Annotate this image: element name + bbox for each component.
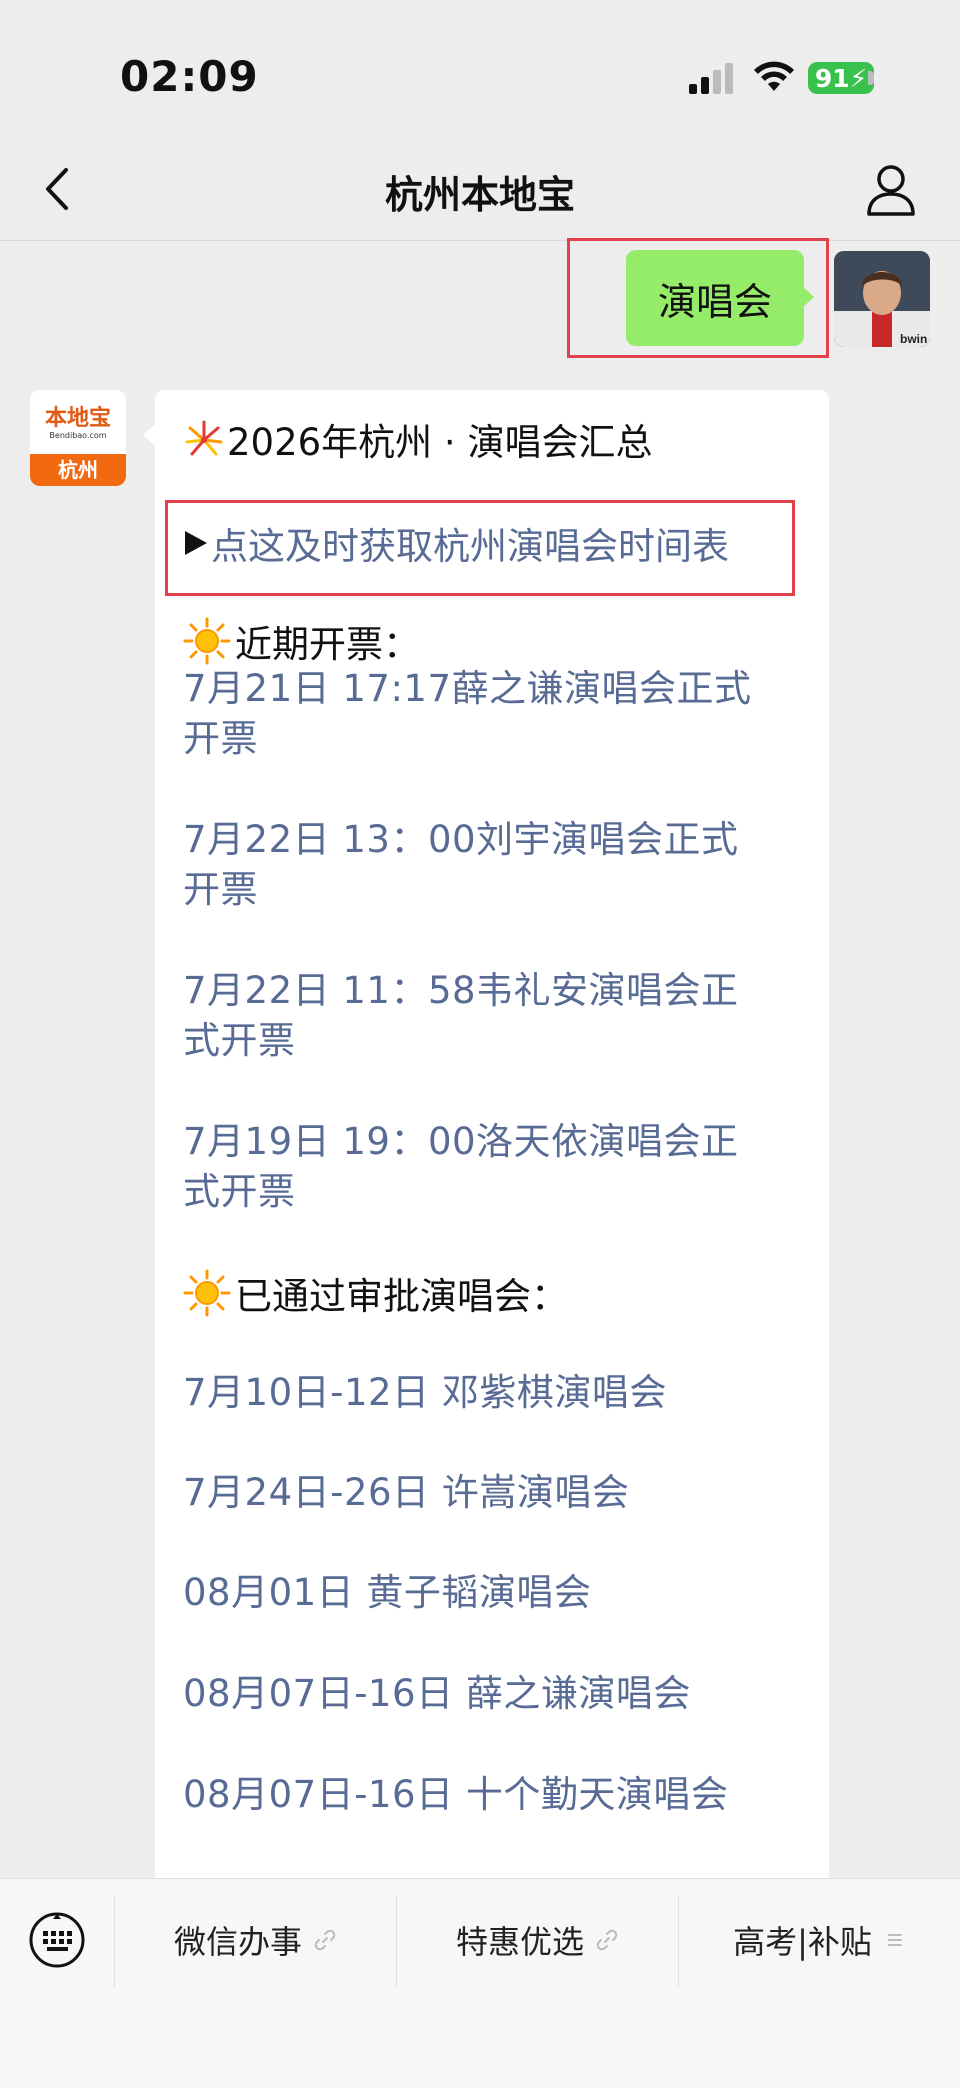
list-item[interactable]: 08月07日-16日 十个勤天演唱会 — [183, 1770, 783, 1820]
list-item-line: 7月21日 17:17薛之谦演唱会正式 — [183, 667, 752, 710]
sun-icon — [183, 1269, 231, 1317]
menu-item-wechat-service[interactable]: 微信办事 — [115, 1907, 395, 1973]
message-title-text: 2026年杭州 · 演唱会汇总 — [227, 421, 653, 464]
list-item[interactable]: 08月01日 黄子韬演唱会 — [183, 1568, 783, 1618]
sun-icon — [183, 617, 231, 665]
link-icon — [596, 1929, 618, 1951]
battery-cap — [868, 71, 874, 85]
chat-title: 杭州本地宝 — [384, 173, 575, 217]
list-item-line: 开票 — [183, 717, 258, 760]
list-item[interactable]: 7月10日-12日 邓紫棋演唱会 — [183, 1368, 783, 1418]
account-avatar-logo: 本地宝 Bendibao.com — [30, 390, 126, 454]
link-icon — [314, 1929, 336, 1951]
list-item-line: 式开票 — [183, 1019, 296, 1062]
menu-item-label: 特惠优选 — [455, 1923, 584, 1961]
list-item[interactable]: 08月07日-16日 薛之谦演唱会 — [183, 1669, 783, 1719]
list-item[interactable]: 7月22日 11：58韦礼安演唱会正 式开票 — [183, 966, 783, 1066]
profile-icon[interactable] — [866, 162, 916, 216]
account-avatar-brand: 本地宝 — [44, 405, 111, 431]
status-bar: 02:09 91 ⚡ — [0, 0, 960, 150]
account-avatar-domain: Bendibao.com — [49, 431, 107, 440]
schedule-link[interactable]: 点这及时获取杭州演唱会时间表 — [183, 516, 729, 570]
list-item[interactable]: 7月24日-26日 许嵩演唱会 — [183, 1468, 783, 1518]
message-title: 2026年杭州 · 演唱会汇总 — [183, 412, 652, 466]
outgoing-message-text: 演唱会 — [657, 279, 772, 324]
section-recent-tickets: 近期开票： — [183, 614, 420, 668]
battery-level: 91 — [814, 63, 850, 93]
list-item[interactable]: 7月19日 19：00洛天依演唱会正 式开票 — [183, 1117, 783, 1217]
nav-bar: 杭州本地宝 — [0, 150, 960, 241]
list-item-line: 开票 — [183, 868, 258, 911]
cellular-signal-icon — [689, 63, 733, 94]
section-approved-concerts: 已通过审批演唱会： — [183, 1266, 568, 1320]
list-item-line: 7月22日 11：58韦礼安演唱会正 — [183, 969, 739, 1012]
firework-icon — [185, 420, 223, 456]
list-item[interactable]: 7月21日 17:17薛之谦演唱会正式 开票 — [183, 664, 783, 764]
list-item-line: 式开票 — [183, 1170, 296, 1213]
user-avatar[interactable]: bwin — [834, 251, 930, 347]
schedule-link-text[interactable]: 点这及时获取杭州演唱会时间表 — [211, 516, 729, 570]
menu-item-label: 高考|补贴 — [733, 1923, 872, 1961]
status-time: 02:09 — [120, 52, 259, 101]
account-avatar-city: 杭州 — [30, 454, 126, 486]
list-item[interactable]: 7月22日 13：00刘宇演唱会正式 开票 — [183, 815, 783, 915]
section-approved-label: 已通过审批演唱会： — [235, 1275, 568, 1318]
wifi-icon — [754, 61, 794, 91]
svg-text:bwin: bwin — [900, 332, 927, 346]
play-triangle-icon — [185, 531, 207, 555]
list-item-line: 7月19日 19：00洛天依演唱会正 — [183, 1120, 739, 1163]
outgoing-bubble-tail — [802, 286, 814, 308]
menu-item-special-offers[interactable]: 特惠优选 — [397, 1907, 677, 1973]
account-avatar[interactable]: 本地宝 Bendibao.com 杭州 — [30, 390, 126, 486]
section-recent-label: 近期开票： — [235, 623, 420, 666]
menu-item-gaokao-subsidy[interactable]: 高考|补贴 — [679, 1907, 960, 1973]
service-menu-bar: 微信办事 特惠优选 高考|补贴 — [0, 1878, 960, 2088]
outgoing-message-bubble[interactable]: 演唱会 — [626, 250, 804, 346]
keyboard-toggle-icon[interactable] — [28, 1911, 86, 1969]
menu-item-label: 微信办事 — [173, 1923, 302, 1961]
battery-icon: 91 ⚡ — [808, 62, 874, 94]
incoming-bubble-tail — [143, 424, 155, 446]
list-item-line: 7月22日 13：00刘宇演唱会正式 — [183, 818, 739, 861]
menu-list-icon — [887, 1934, 902, 1946]
user-avatar-image: bwin — [834, 251, 930, 347]
